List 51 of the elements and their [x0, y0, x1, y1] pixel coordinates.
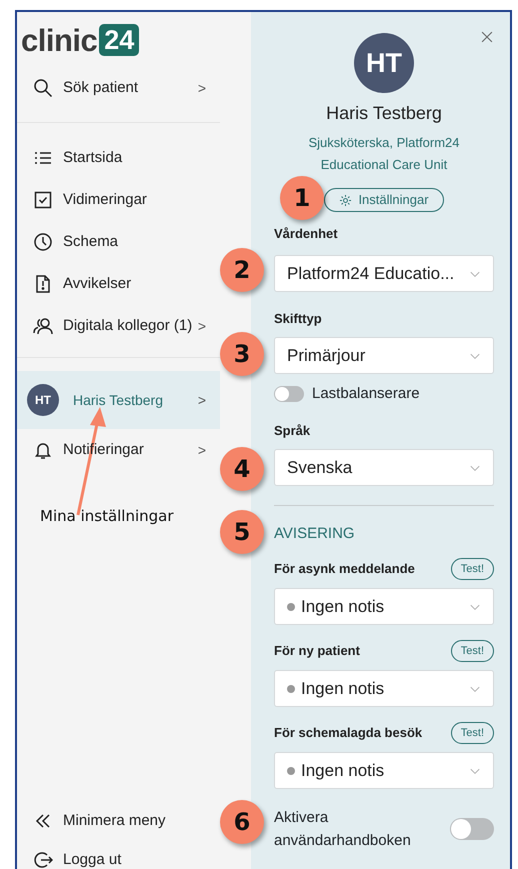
toggle-label: Lastbalanserare [312, 384, 420, 404]
dropdown-field[interactable]: Svenska [274, 449, 494, 486]
sidebar-item[interactable]: Schema [17, 221, 220, 263]
field-label: Språk [274, 423, 312, 439]
people-icon [33, 316, 53, 336]
sidebar-item[interactable]: Logga ut [17, 840, 220, 869]
dropdown-field[interactable]: Primärjour [274, 337, 494, 374]
test-button[interactable]: Test! [450, 722, 494, 744]
close-icon[interactable] [480, 30, 494, 44]
status-dot [287, 766, 295, 774]
chevron-icon: > [198, 440, 206, 460]
test-button[interactable]: Test! [450, 558, 494, 580]
dropdown-field[interactable]: Platform24 Educatio... [274, 255, 494, 292]
sidebar-item[interactable]: Digitala kollegor (1) > [17, 305, 220, 347]
status-dot [287, 602, 295, 610]
chevron-icon: > [198, 316, 206, 336]
toggle-label: Aktivera användarhandboken [274, 808, 412, 851]
dropdown-field[interactable]: Ingen notis [274, 588, 494, 625]
status-dot [287, 684, 295, 692]
avatar: HT [354, 33, 414, 93]
avatar: HT [27, 384, 59, 416]
chevron-icon: > [198, 78, 206, 98]
sidebar-item[interactable]: Startsida [17, 137, 220, 179]
toggle-switch[interactable] [450, 818, 494, 840]
test-button[interactable]: Test! [450, 640, 494, 662]
field-label: Skifttyp [274, 311, 323, 327]
settings-button[interactable]: Inställningar [324, 188, 444, 212]
clock-icon [33, 232, 53, 252]
logout-icon [33, 850, 53, 869]
dropdown-field[interactable]: Ingen notis [274, 752, 494, 789]
sidebar-item[interactable]: Vidimeringar [17, 179, 220, 221]
toggle-switch[interactable] [274, 386, 304, 402]
field-label: Vårdenhet [274, 226, 339, 242]
gear-icon [339, 194, 352, 206]
dropdown-field[interactable]: Ingen notis [274, 670, 494, 707]
checkbox-icon [33, 190, 53, 210]
logo-text: clinic [21, 24, 98, 58]
field-label: För schemalagda besök [274, 725, 422, 741]
field-label: För asynk meddelande [274, 561, 415, 577]
chevron-icon: > [198, 390, 206, 410]
section-heading: AVISERING [274, 525, 356, 543]
annotation-label: Mina inställningar [40, 506, 174, 527]
user-name: Haris Testberg [325, 102, 443, 125]
user-role: Sjuksköterska, Platform24 Educational Care Unit [307, 134, 460, 174]
field-label: För ny patient [274, 643, 360, 659]
profile-item[interactable]: HT Haris Testberg > [17, 371, 220, 429]
search-icon [33, 78, 53, 98]
sidebar-item[interactable]: Minimera meny [17, 802, 220, 840]
search-item[interactable]: Sök patient > [17, 60, 220, 116]
sidebar-item[interactable]: Avvikelser [17, 263, 220, 305]
logo-badge: 24 [99, 24, 140, 56]
